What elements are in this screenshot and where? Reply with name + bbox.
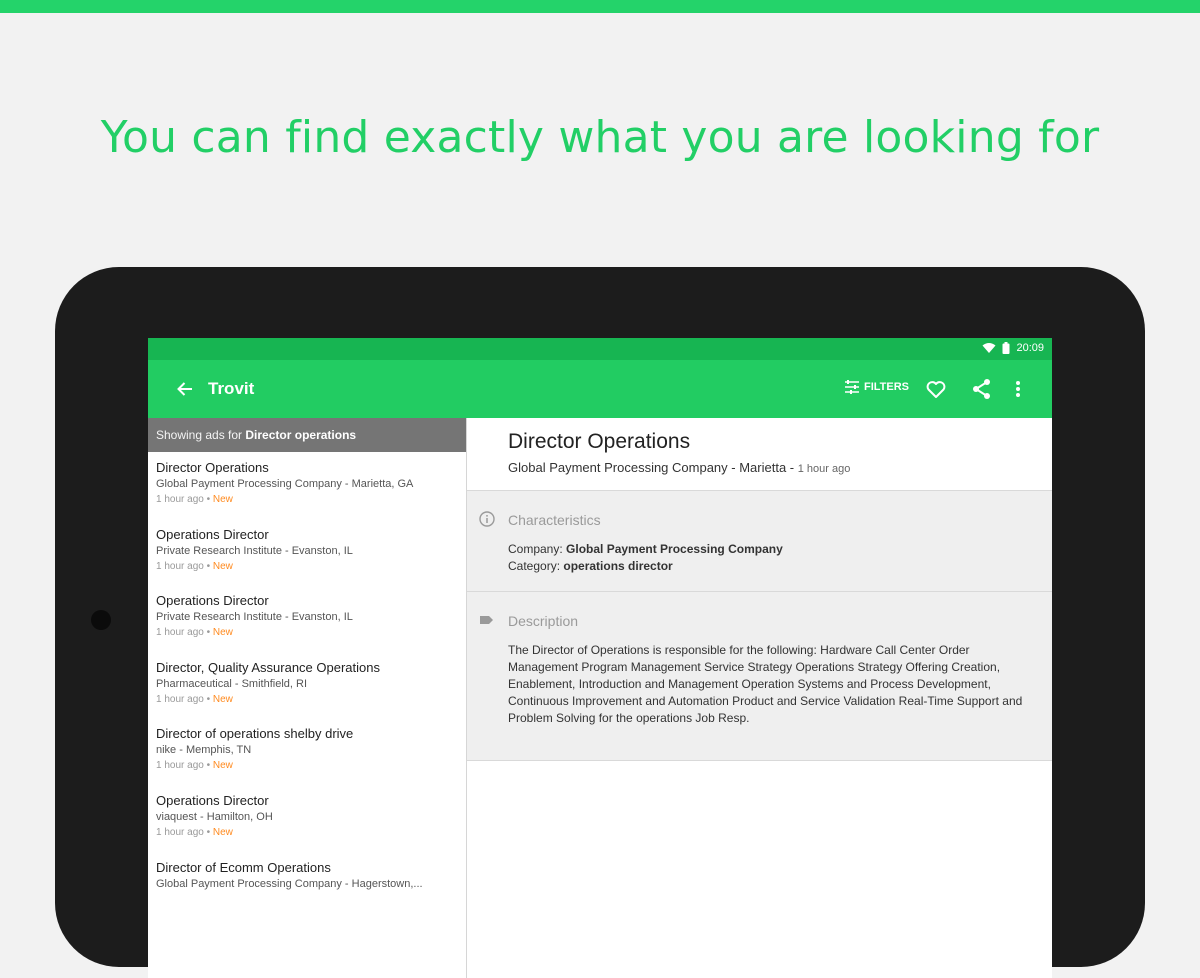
characteristics-section: Characteristics Company: Global Payment … [467,490,1052,591]
category-label: Category: [508,559,564,573]
status-bar: 20:09 [148,338,1052,360]
characteristics-body: Company: Global Payment Processing Compa… [467,528,1052,575]
status-time: 20:09 [1016,342,1044,354]
result-meta: 1 hour ago • New [156,760,233,772]
app-title: Trovit [208,379,255,398]
result-item[interactable]: Operations Director Private Research Ins… [148,585,466,652]
more-vert-icon [1016,381,1020,397]
more-options-button[interactable] [1010,377,1026,401]
result-meta: 1 hour ago • New [156,560,233,572]
result-item[interactable]: Director, Quality Assurance Operations P… [148,652,466,719]
back-button[interactable] [172,376,198,402]
new-badge: New [212,494,233,505]
description-section: Description The Director of Operations i… [467,591,1052,761]
result-subtitle: viaquest - Hamilton, OH [156,810,273,823]
tablet-frame: 20:09 Trovit FILTERS Showing ads for Dir… [55,267,1145,978]
tablet-camera [91,610,111,630]
description-label: Description [508,613,579,629]
detail-company-location: Global Payment Processing Company - Mari… [508,460,787,475]
result-item[interactable]: Operations Director viaquest - Hamilton,… [148,785,466,852]
detail-header: Director Operations Global Payment Proce… [467,418,1052,490]
result-subtitle: Global Payment Processing Company - Mari… [156,478,414,490]
back-arrow-icon [177,382,192,396]
search-banner-query: Director operations [245,428,357,442]
result-meta: 1 hour ago • New [156,693,233,705]
detail-title: Director Operations [508,430,691,453]
company-label: Company: [508,542,567,556]
result-subtitle: Pharmaceutical - Smithfield, RI [156,677,307,690]
app-screen: 20:09 Trovit FILTERS Showing ads for Dir… [148,338,1052,978]
result-title: Operations Director [156,593,269,609]
heart-icon [926,381,946,398]
result-subtitle: Private Research Institute - Evanston, I… [156,611,353,624]
search-banner: Showing ads for Director operations [148,418,466,452]
tag-icon [480,616,493,624]
app-bar: Trovit FILTERS [148,360,1052,418]
new-badge: New [212,826,233,838]
result-meta: 1 hour ago • New [156,826,233,838]
new-badge: New [212,693,233,705]
result-title: Operations Director [156,526,269,542]
search-banner-prefix: Showing ads for [156,428,246,442]
top-accent-strip [0,0,1200,13]
company-row: Company: Global Payment Processing Compa… [508,541,1052,558]
result-time: 1 hour ago [156,693,204,705]
filters-button[interactable]: FILTERS [844,380,909,394]
new-badge: New [212,627,233,639]
filters-label: FILTERS [864,381,910,393]
result-item[interactable]: Director Operations Global Payment Proce… [148,452,466,519]
result-subtitle: nike - Memphis, TN [156,744,252,757]
filters-icon [845,380,859,394]
status-right: 20:09 [982,342,1044,354]
result-item[interactable]: Director of operations shelby drive nike… [148,718,466,785]
result-title: Director, Quality Assurance Operations [156,659,380,675]
share-icon [973,379,990,399]
result-title: Director Operations [156,460,269,475]
result-meta: 1 hour ago • New [156,627,233,639]
detail-time: 1 hour ago [797,463,851,475]
result-time: 1 hour ago [156,826,204,838]
category-row: Category: operations director [508,558,1052,575]
description-text: The Director of Operations is responsibl… [508,643,1023,725]
result-item[interactable]: Director of Ecomm Operations Global Paym… [148,852,466,919]
result-meta: 1 hour ago • New [156,494,233,505]
new-badge: New [212,560,233,572]
result-title: Director of operations shelby drive [156,726,354,742]
category-value: operations director [563,559,673,573]
result-subtitle: Private Research Institute - Evanston, I… [156,544,353,557]
result-title: Director of Ecomm Operations [156,859,331,875]
results-list: Showing ads for Director operations Dire… [148,418,467,978]
company-value: Global Payment Processing Company [566,542,783,556]
battery-icon [1002,342,1010,354]
info-icon [479,511,495,527]
result-time: 1 hour ago [156,560,204,572]
result-time: 1 hour ago [156,760,204,772]
detail-subtitle: Global Payment Processing Company - Mari… [508,460,851,475]
new-badge: New [212,760,233,772]
result-item[interactable]: Operations Director Private Research Ins… [148,519,466,586]
favorite-button[interactable] [924,377,948,401]
result-time: 1 hour ago [156,627,204,639]
result-title: Operations Director [156,792,269,808]
promo-headline: You can find exactly what you are lookin… [100,112,1100,163]
characteristics-label: Characteristics [508,512,601,528]
wifi-icon [982,343,996,353]
job-detail: Director Operations Global Payment Proce… [467,418,1052,978]
result-subtitle: Global Payment Processing Company - Hage… [156,877,423,890]
share-button[interactable] [970,377,994,401]
result-time: 1 hour ago [156,494,204,505]
